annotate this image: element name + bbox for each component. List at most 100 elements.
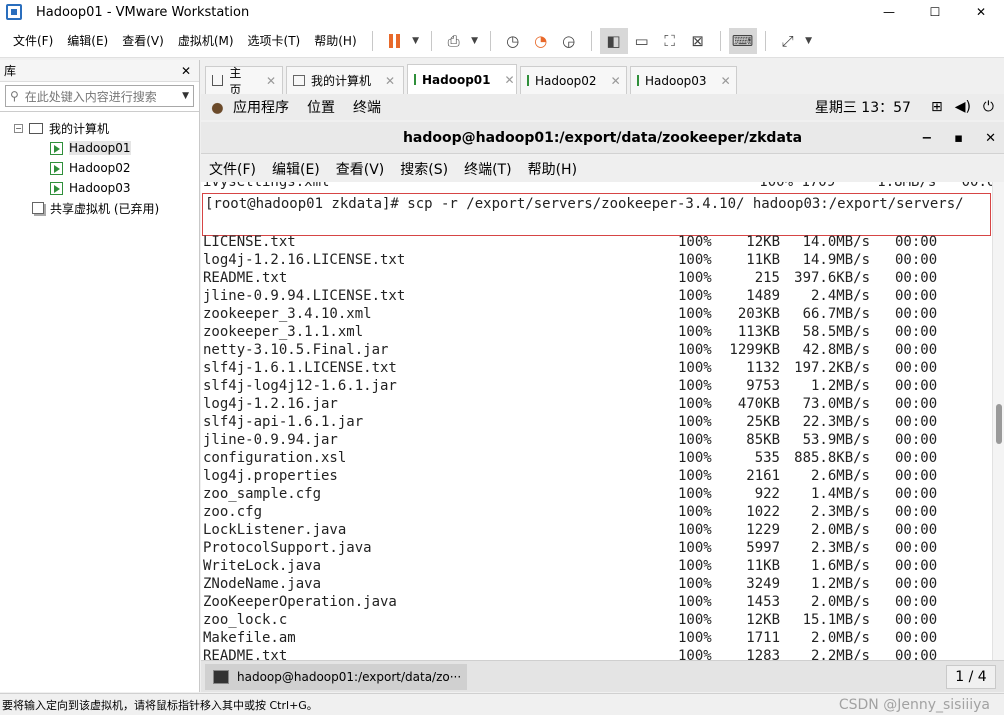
- file-name: Makefile.am: [203, 630, 296, 646]
- tab-my-computer[interactable]: 我的计算机 ✕: [286, 66, 404, 94]
- menu-edit[interactable]: 编辑(E): [60, 32, 115, 49]
- unity-button[interactable]: ⊠: [684, 28, 712, 54]
- scrollbar-thumb[interactable]: [996, 404, 1002, 444]
- library-close-icon[interactable]: ✕: [181, 64, 191, 78]
- file-size: 203KB: [737, 306, 780, 322]
- pause-icon: [389, 33, 401, 48]
- eta: 00:00: [895, 324, 938, 340]
- terminal-menu-file[interactable]: 文件(F): [209, 159, 256, 179]
- minimize-button[interactable]: —: [866, 0, 912, 24]
- eta: 00:00: [895, 630, 938, 646]
- tree-item-hadoop01[interactable]: Hadoop01: [0, 138, 199, 158]
- terminal-menu-terminal[interactable]: 终端(T): [464, 159, 511, 179]
- percent: 100%: [678, 396, 712, 412]
- stretch-dropdown[interactable]: ▼: [802, 28, 816, 54]
- fullscreen-button[interactable]: ⛶: [656, 28, 684, 54]
- tree-item-my-computer[interactable]: − 我的计算机: [0, 118, 199, 138]
- library-title: 库: [4, 64, 17, 78]
- send-ctrl-alt-del-button[interactable]: ⎙: [440, 28, 468, 54]
- workspace-pager[interactable]: 1 / 4: [946, 665, 996, 689]
- menu-file[interactable]: 文件(F): [6, 32, 60, 49]
- tab-close-icon[interactable]: ✕: [385, 74, 395, 88]
- taskbar-terminal-item[interactable]: hadoop@hadoop01:/export/data/zo···: [205, 664, 467, 690]
- file-name: README.txt: [203, 270, 288, 286]
- terminal-maximize-button[interactable]: ▪: [954, 131, 963, 146]
- pause-button[interactable]: [381, 28, 409, 54]
- chevron-down-icon[interactable]: ▼: [182, 91, 189, 101]
- transfer-row: ZooKeeperOperation.java 100% 1453 2.0MB/s 00…: [203, 594, 993, 612]
- thumbnail-bar-button[interactable]: ▭: [628, 28, 656, 54]
- tab-home[interactable]: 主页 ✕: [205, 66, 283, 97]
- eta: 00:00: [895, 342, 938, 358]
- terminal-minimize-button[interactable]: −: [921, 131, 932, 146]
- guest-menu-applications[interactable]: 应用程序: [233, 97, 289, 117]
- take-snapshot-button[interactable]: ◷: [499, 28, 527, 54]
- volume-icon[interactable]: ◀): [955, 99, 971, 115]
- menu-tabs[interactable]: 选项卡(T): [241, 32, 308, 49]
- file-size: 922: [754, 486, 780, 502]
- tree-item-hadoop02[interactable]: Hadoop02: [0, 158, 199, 178]
- snapshot-dropdown[interactable]: ▼: [468, 28, 482, 54]
- transfer-speed: 2.6MB/s: [810, 468, 870, 484]
- tab-close-icon[interactable]: ✕: [611, 74, 621, 88]
- transfer-row: LockListener.java 100% 1229 2.0MB/s 00:00: [203, 522, 993, 540]
- stretch-button[interactable]: ⤢: [774, 28, 802, 54]
- file-size: 113KB: [737, 324, 780, 340]
- terminal-scrollbar[interactable]: [992, 182, 1004, 660]
- tab-hadoop01[interactable]: Hadoop01 ✕: [407, 64, 517, 94]
- terminal-menu-view[interactable]: 查看(V): [336, 159, 385, 179]
- pause-dropdown[interactable]: ▼: [409, 28, 423, 54]
- terminal-line: ivysettings.xml 100% 1709 1.8MB/s 00:00: [203, 182, 1004, 190]
- terminal-menu-edit[interactable]: 编辑(E): [272, 159, 320, 179]
- tab-hadoop02[interactable]: Hadoop02 ✕: [520, 66, 627, 94]
- snapshot-manager-button[interactable]: ◶: [555, 28, 583, 54]
- network-icon[interactable]: ⊞: [931, 99, 943, 115]
- revert-snapshot-button[interactable]: ◔: [527, 28, 555, 54]
- collapse-icon[interactable]: −: [14, 123, 23, 133]
- power-icon[interactable]: ⏻: [983, 99, 994, 115]
- terminal-close-button[interactable]: ✕: [985, 131, 996, 146]
- show-library-button[interactable]: ◧: [599, 27, 628, 54]
- file-name: log4j-1.2.16.jar: [203, 396, 338, 412]
- tree-item-label: Hadoop03: [69, 181, 131, 195]
- tab-close-icon[interactable]: ✕: [721, 74, 731, 88]
- file-name: log4j.properties: [203, 468, 338, 484]
- console-view-button[interactable]: ⌨: [728, 27, 757, 54]
- menu-view[interactable]: 查看(V): [115, 32, 171, 49]
- terminal-output[interactable]: ivysettings.xml 100% 1709 1.8MB/s 00:00 …: [201, 182, 1004, 660]
- menu-help[interactable]: 帮助(H): [307, 32, 363, 49]
- transfer-speed: 22.3MB/s: [802, 414, 870, 430]
- maximize-button[interactable]: ☐: [912, 0, 958, 24]
- file-size: 25KB: [746, 414, 780, 430]
- transfer-speed: 1.2MB/s: [810, 378, 870, 394]
- transfer-row: log4j-1.2.16.LICENSE.txt 100% 11KB 14.9MB/s…: [203, 252, 993, 270]
- terminal-menu-help[interactable]: 帮助(H): [528, 159, 577, 179]
- menu-vm[interactable]: 虚拟机(M): [171, 32, 241, 49]
- gnome-foot-icon: [211, 100, 227, 114]
- eta: 00:00: [895, 576, 938, 592]
- percent: 100%: [678, 432, 712, 448]
- percent: 100%: [678, 594, 712, 610]
- guest-clock[interactable]: 星期三 13：57: [815, 97, 911, 117]
- tab-close-icon[interactable]: ✕: [266, 74, 276, 88]
- tree-item-hadoop03[interactable]: Hadoop03: [0, 178, 199, 198]
- transfer-row: log4j.properties 100% 2161 2.6MB/s 00:00: [203, 468, 993, 486]
- file-name: ZNodeName.java: [203, 576, 322, 592]
- vm-workspace: 主页 ✕ 我的计算机 ✕ Hadoop01 ✕ Hadoop02 ✕ Hadoo…: [201, 60, 1004, 692]
- file-size: 5997: [746, 540, 780, 556]
- transfer-speed: 2.3MB/s: [810, 504, 870, 520]
- tab-close-icon[interactable]: ✕: [505, 73, 515, 87]
- guest-menu-places[interactable]: 位置: [307, 97, 335, 117]
- close-button[interactable]: ✕: [958, 0, 1004, 24]
- library-search-input[interactable]: ⚲ 在此处键入内容进行搜索 ▼: [5, 85, 194, 107]
- transfer-row: log4j-1.2.16.jar 100% 470KB 73.0MB/s 00:00: [203, 396, 993, 414]
- transfer-row: Makefile.am 100% 1711 2.0MB/s 00:00: [203, 630, 993, 648]
- file-name: slf4j-log4j12-1.6.1.jar: [203, 378, 397, 394]
- terminal-menu-search[interactable]: 搜索(S): [400, 159, 448, 179]
- tree-item-shared-vms[interactable]: 共享虚拟机 (已弃用): [0, 198, 199, 218]
- tab-hadoop03[interactable]: Hadoop03 ✕: [630, 66, 737, 94]
- file-size: 470KB: [737, 396, 780, 412]
- guest-menu-terminal[interactable]: 终端: [353, 97, 381, 117]
- transfer-row: jline-0.9.94.jar 100% 85KB 53.9MB/s 00:00: [203, 432, 993, 450]
- transfer-speed: 2.3MB/s: [810, 540, 870, 556]
